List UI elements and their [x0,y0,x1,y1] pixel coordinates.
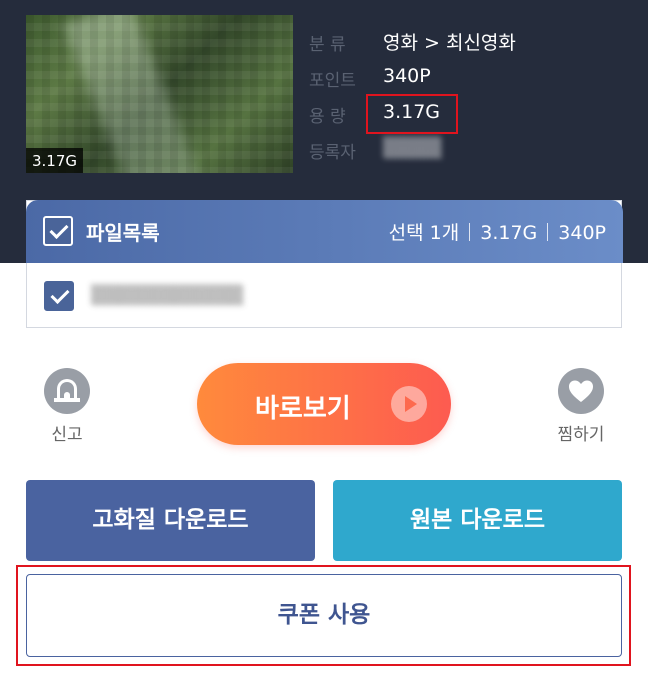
hq-download-button[interactable]: 고화질 다운로드 [26,480,315,561]
select-all-checkbox[interactable] [43,216,73,246]
play-label: 바로보기 [255,394,351,424]
file-name: ▒▒▒▒▒▒▒▒▒▒▒ [91,285,244,306]
file-checkbox[interactable] [44,281,74,311]
size-badge: 3.17G [26,148,84,173]
uploader-value: ▒▒▒▒ [383,137,442,159]
selection-size: 3.17G [480,222,538,244]
summary-divider [469,223,471,241]
uploader-label: 등록자 [309,143,356,163]
summary-divider [547,223,549,241]
wish-button[interactable]: 찜하기 [548,368,614,445]
original-download-button[interactable]: 원본 다운로드 [333,480,622,561]
size-highlight-box [366,94,458,134]
file-list-summary: 선택 1개 3.17G 340P [389,218,606,245]
report-label: 신고 [51,425,83,445]
points-label: 포인트 [309,71,356,91]
report-button[interactable]: 신고 [38,368,96,445]
points-value: 340P [383,65,431,87]
siren-icon [44,368,90,414]
play-button[interactable]: 바로보기 [197,363,451,445]
selection-points: 340P [558,222,606,244]
size-label: 용 량 [309,107,346,127]
heart-icon [558,368,604,414]
category-value: 영화 > 최신영화 [383,32,516,54]
category-label: 분 류 [309,35,346,55]
wish-label: 찜하기 [557,425,605,445]
play-icon [391,386,427,422]
file-list: 파일목록 선택 1개 3.17G 340P ▒▒▒▒▒▒▒▒▒▒▒ [26,200,623,328]
selection-count: 선택 1개 [388,222,460,244]
file-list-header: 파일목록 선택 1개 3.17G 340P [26,200,623,263]
video-thumbnail[interactable]: 3.17G [26,15,293,173]
file-list-title: 파일목록 [86,221,160,245]
coupon-button[interactable]: 쿠폰 사용 [26,574,622,657]
